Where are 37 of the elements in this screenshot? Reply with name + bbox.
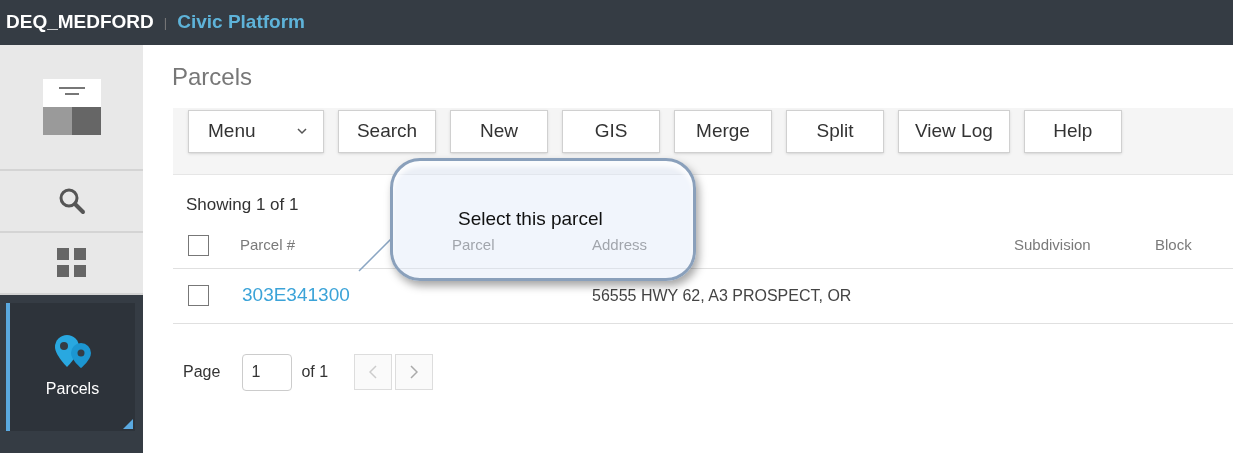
chevron-right-icon (410, 365, 419, 379)
callout-text: Select this parcel (458, 208, 603, 229)
logo-icon (42, 79, 101, 135)
grid-icon (56, 248, 87, 278)
page-title: Parcels (172, 61, 253, 92)
page-label: Page (183, 362, 221, 382)
table-cell-text: 56555 HWY 62, A3 PROSPECT, OR (592, 285, 852, 306)
separator: | (163, 13, 168, 32)
toolbar-button[interactable]: New (450, 110, 548, 153)
checkbox[interactable] (188, 235, 209, 256)
sidebar-item[interactable] (0, 45, 143, 171)
sidebar-item[interactable] (0, 233, 143, 295)
checkbox[interactable] (188, 285, 209, 306)
column-header: Parcel (452, 235, 495, 256)
column-header: Parcel # (240, 235, 296, 256)
toolbar-button[interactable]: Search (338, 110, 436, 153)
menu-button[interactable]: Menu (188, 110, 324, 153)
chevron-down-icon (297, 128, 307, 135)
page-total: of 1 (301, 362, 329, 382)
org-name: DEQ_MEDFORD (6, 10, 154, 35)
toolbar-button[interactable]: View Log (898, 110, 1010, 153)
toolbar-button[interactable]: Split (786, 110, 884, 153)
toolbar-button[interactable]: GIS (562, 110, 660, 153)
column-header: Subdivision (1014, 235, 1091, 256)
toolbar-button[interactable]: Merge (674, 110, 772, 153)
sidebar-item[interactable] (0, 171, 143, 233)
corner-icon (123, 419, 133, 429)
column-header: Address (592, 235, 648, 256)
page-input[interactable]: 1 (242, 353, 293, 391)
chevron-left-icon (369, 365, 378, 379)
sidebar-item[interactable]: Parcels (6, 303, 135, 431)
column-header: Block (1155, 235, 1192, 256)
map-pins-icon (52, 333, 93, 369)
sidebar-label: Parcels (45, 379, 100, 399)
toolbar-button[interactable]: Help (1023, 110, 1122, 153)
results-count: Showing 1 of 1 (186, 194, 300, 216)
product-name: Civic Platform (177, 10, 305, 35)
